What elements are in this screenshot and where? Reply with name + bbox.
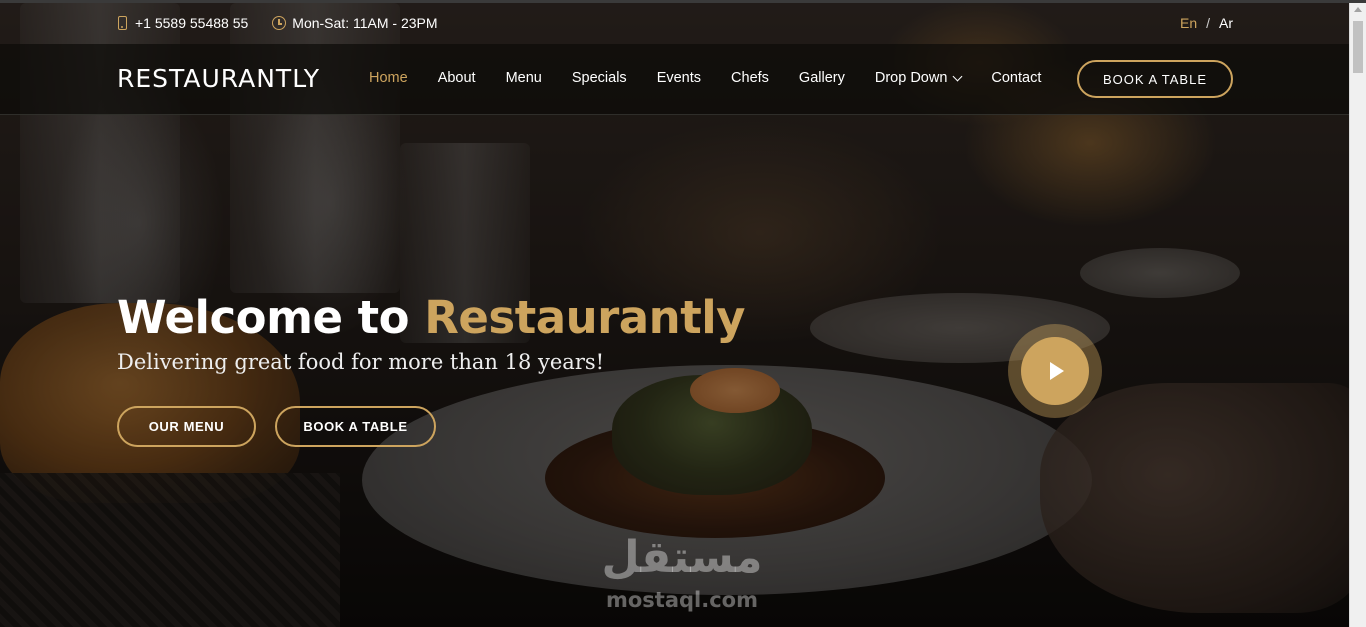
hero-title-brand: Restaurantly	[424, 291, 745, 344]
watermark-latin: mostaql.com	[606, 588, 758, 612]
lang-separator: /	[1206, 15, 1210, 31]
hero-subtitle: Delivering great food for more than 18 y…	[117, 350, 605, 374]
lang-en-link[interactable]: En	[1180, 15, 1197, 31]
topbar-contact: +1 5589 55488 55 Mon-Sat: 11AM - 23PM	[118, 15, 462, 31]
phone-number: +1 5589 55488 55	[135, 15, 249, 31]
hero-title: Welcome to Restaurantly	[117, 291, 745, 344]
chevron-down-icon	[952, 71, 963, 81]
hero-book-table-button[interactable]: BOOK A TABLE	[275, 406, 436, 447]
watermark-arabic: مستقل	[601, 532, 763, 583]
nav-gallery[interactable]: Gallery	[799, 70, 845, 86]
opening-hours: Mon-Sat: 11AM - 23PM	[292, 15, 438, 31]
play-icon[interactable]	[1050, 362, 1064, 380]
nav-menu[interactable]: Menu	[506, 70, 542, 86]
page-scrollbar[interactable]	[1349, 3, 1366, 627]
nav-about[interactable]: About	[438, 70, 476, 86]
book-table-button[interactable]: BOOK A TABLE	[1077, 60, 1233, 98]
topbar-phone: +1 5589 55488 55	[118, 15, 248, 31]
nav-dropdown[interactable]: Drop Down	[874, 70, 963, 86]
nav-contact[interactable]: Contact	[991, 70, 1041, 86]
phone-icon	[118, 16, 127, 30]
lang-ar-link[interactable]: Ar	[1219, 15, 1233, 31]
clock-icon	[272, 16, 287, 30]
nav-home[interactable]: Home	[369, 70, 408, 86]
our-menu-button[interactable]: OUR MENU	[117, 406, 256, 447]
main-nav: Home About Menu Specials Events Chefs Ga…	[369, 70, 1071, 86]
scroll-up-icon[interactable]	[1354, 7, 1362, 12]
scrollbar-thumb[interactable]	[1353, 21, 1363, 73]
nav-chefs[interactable]: Chefs	[731, 70, 769, 86]
hero-title-prefix: Welcome to	[117, 291, 410, 344]
nav-dropdown-label: Drop Down	[874, 70, 948, 86]
site-logo[interactable]: RESTAURANTLY	[117, 64, 320, 93]
site-header: RESTAURANTLY Home About Menu Specials Ev…	[0, 44, 1349, 115]
nav-specials[interactable]: Specials	[572, 70, 627, 86]
topbar-hours: Mon-Sat: 11AM - 23PM	[272, 15, 438, 31]
language-switcher: En / Ar	[1180, 15, 1233, 31]
topbar: +1 5589 55488 55 Mon-Sat: 11AM - 23PM En…	[0, 3, 1349, 44]
nav-events[interactable]: Events	[657, 70, 701, 86]
